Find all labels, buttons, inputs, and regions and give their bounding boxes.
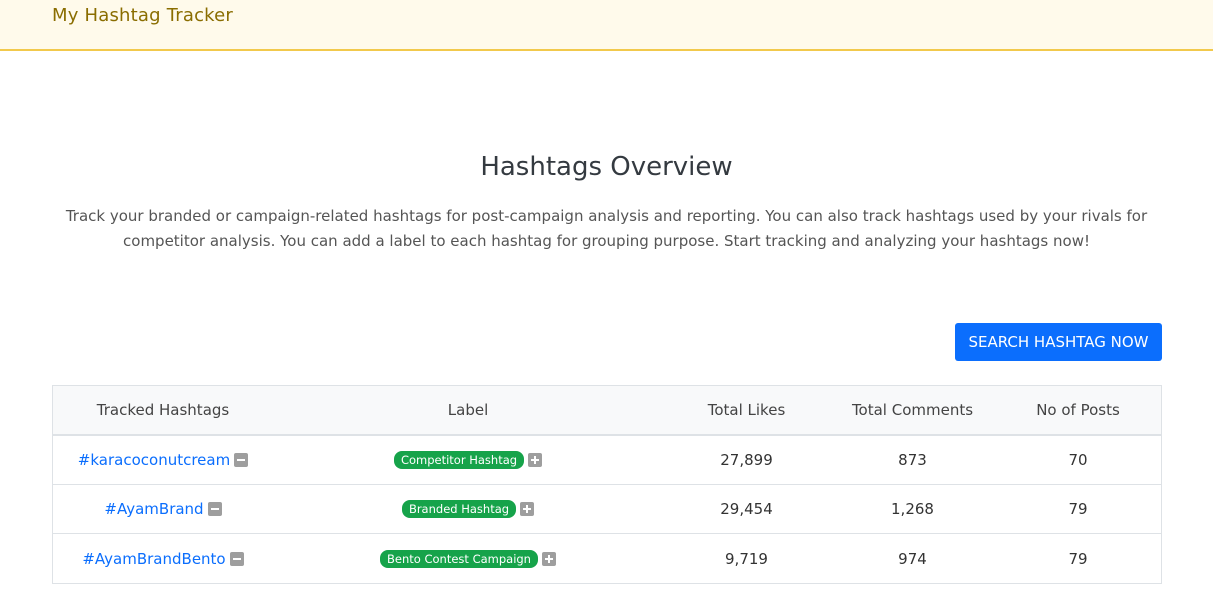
add-label-icon[interactable] bbox=[520, 502, 535, 516]
table-row: #AyamBrand Branded Hashtag 29,454 1,268 … bbox=[53, 485, 1161, 534]
remove-hashtag-icon[interactable] bbox=[229, 551, 244, 566]
hashtag-link[interactable]: #AyamBrand bbox=[104, 500, 203, 518]
page-description: Track your branded or campaign-related h… bbox=[65, 207, 1148, 250]
no-of-posts-cell: 79 bbox=[1068, 549, 1088, 568]
hashtag-cell: #karacoconutcream bbox=[53, 451, 273, 469]
label-cell: Competitor Hashtag bbox=[273, 451, 663, 469]
hashtag-cell: #AyamBrand bbox=[53, 500, 273, 518]
total-comments-cell: 974 bbox=[898, 549, 927, 568]
column-header-tracked-hashtags: Tracked Hashtags bbox=[96, 401, 230, 419]
label-cell: Bento Contest Campaign bbox=[273, 549, 663, 568]
no-of-posts-cell: 70 bbox=[1068, 451, 1088, 469]
hashtags-table: Tracked Hashtags Label Total Likes Total… bbox=[52, 385, 1162, 584]
page-title: Hashtags Overview bbox=[480, 152, 733, 182]
hashtag-link[interactable]: #karacoconutcream bbox=[78, 451, 230, 469]
hashtag-cell: #AyamBrandBento bbox=[53, 550, 273, 568]
hashtag-link[interactable]: #AyamBrandBento bbox=[82, 550, 225, 568]
table-header: Tracked Hashtags Label Total Likes Total… bbox=[53, 386, 1161, 436]
top-navbar: My Hashtag Tracker bbox=[0, 0, 1213, 51]
label-cell: Branded Hashtag bbox=[273, 500, 663, 518]
no-of-posts-cell: 79 bbox=[1068, 500, 1088, 518]
column-header-total-likes: Total Likes bbox=[707, 401, 786, 419]
column-header-total-comments: Total Comments bbox=[851, 401, 974, 419]
column-header-no-of-posts: No of Posts bbox=[1036, 401, 1120, 419]
total-comments-cell: 873 bbox=[898, 451, 927, 469]
add-label-icon[interactable] bbox=[541, 551, 556, 566]
table-row: #AyamBrandBento Bento Contest Campaign 9… bbox=[53, 534, 1161, 583]
total-likes-cell: 9,719 bbox=[725, 549, 768, 568]
total-likes-cell: 29,454 bbox=[720, 500, 773, 518]
add-label-icon[interactable] bbox=[528, 453, 543, 467]
remove-hashtag-icon[interactable] bbox=[234, 453, 249, 467]
total-comments-cell: 1,268 bbox=[891, 500, 934, 518]
brand-title[interactable]: My Hashtag Tracker bbox=[52, 5, 233, 26]
table-row: #karacoconutcream Competitor Hashtag 27,… bbox=[53, 436, 1161, 485]
label-badge: Competitor Hashtag bbox=[393, 451, 525, 469]
search-hashtag-button[interactable]: SEARCH HASHTAG NOW bbox=[955, 323, 1162, 361]
total-likes-cell: 27,899 bbox=[720, 451, 773, 469]
remove-hashtag-icon[interactable] bbox=[207, 502, 222, 516]
column-header-label: Label bbox=[447, 401, 489, 419]
label-badge: Bento Contest Campaign bbox=[380, 549, 538, 568]
label-badge: Branded Hashtag bbox=[401, 500, 517, 518]
